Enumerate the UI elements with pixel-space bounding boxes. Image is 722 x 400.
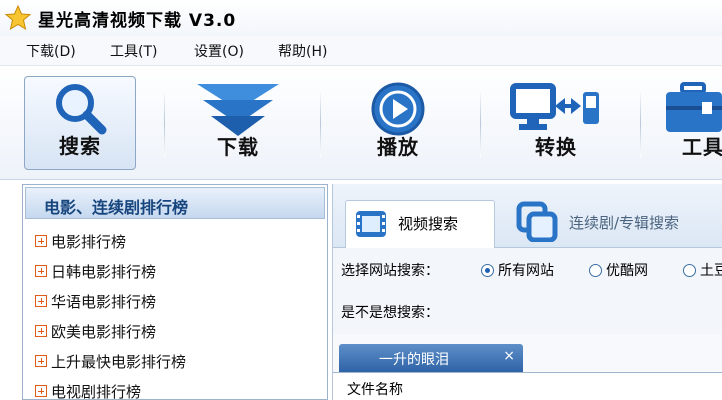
close-icon[interactable]: × <box>503 348 515 364</box>
ranking-panel-header: 电影、连续剧排行榜 <box>25 187 325 219</box>
list-item-label: 华语电影排行榜 <box>51 293 157 311</box>
result-tab[interactable]: 一升的眼泪 × <box>339 344 523 372</box>
magnifier-icon <box>56 84 107 135</box>
download-button[interactable]: 下载 <box>182 76 294 170</box>
site-select-row: 选择网站搜索： 所有网站 优酷网 土豆 <box>341 260 722 280</box>
list-item[interactable]: 电影排行榜 <box>35 231 126 253</box>
expand-icon[interactable] <box>35 324 47 337</box>
ranking-panel: 电影、连续剧排行榜 电影排行榜 日韩电影排行榜 华语电影排行榜 欧美电影排行榜 … <box>22 184 328 400</box>
list-item[interactable]: 电视剧排行榜 <box>35 381 141 400</box>
radio-all-sites[interactable]: 所有网站 <box>481 260 554 280</box>
list-item-label: 电视剧排行榜 <box>51 383 142 400</box>
expand-icon[interactable] <box>35 384 47 397</box>
result-table-header: 文件名称 <box>333 372 722 400</box>
album-icon <box>516 201 558 242</box>
tab-series-search[interactable]: 连续剧/专辑搜索 <box>511 200 722 248</box>
convert-button-label: 转换 <box>535 135 577 159</box>
toolbar: 搜索 下载 播放 转换 工具 <box>0 66 722 180</box>
result-tab-label: 一升的眼泪 <box>379 352 449 368</box>
radio-tudou-label: 土豆 <box>700 263 722 279</box>
play-button[interactable]: 播放 <box>342 76 454 170</box>
list-item[interactable]: 华语电影排行榜 <box>35 291 156 313</box>
expand-icon[interactable] <box>35 234 47 247</box>
window-title: 星光高清视频下载 V3.0 <box>38 11 237 31</box>
result-area: 一升的眼泪 × 文件名称 <box>333 334 722 400</box>
expand-icon[interactable] <box>35 354 47 367</box>
radio-tudou[interactable]: 土豆 <box>683 260 722 280</box>
download-button-label: 下载 <box>217 135 259 159</box>
suggest-label: 是不是想搜索： <box>341 305 439 321</box>
column-header-filename[interactable]: 文件名称 <box>347 379 403 399</box>
list-item-label: 欧美电影排行榜 <box>51 323 157 341</box>
menu-download[interactable]: 下载(D) <box>26 41 76 61</box>
menu-bar: 下载(D) 工具(T) 设置(O) 帮助(H) <box>0 36 722 66</box>
toolbar-separator <box>640 88 641 158</box>
expand-icon[interactable] <box>35 264 47 277</box>
tab-series-search-label: 连续剧/专辑搜索 <box>569 214 680 232</box>
convert-icon <box>510 83 599 130</box>
list-item[interactable]: 欧美电影排行榜 <box>35 321 156 343</box>
expand-icon[interactable] <box>35 294 47 307</box>
toolbar-separator <box>164 88 165 158</box>
menu-settings[interactable]: 设置(O) <box>194 41 244 61</box>
radio-checked-icon <box>481 263 494 277</box>
menu-help[interactable]: 帮助(H) <box>278 41 327 61</box>
tools-button-label: 工具 <box>682 135 722 159</box>
list-item[interactable]: 上升最快电影排行榜 <box>35 351 186 373</box>
play-button-label: 播放 <box>377 135 419 159</box>
tab-video-search-label: 视频搜索 <box>398 215 459 233</box>
toolbar-separator <box>480 88 481 158</box>
convert-button[interactable]: 转换 <box>500 76 612 170</box>
search-tabbar: 视频搜索 连续剧/专辑搜索 <box>333 184 722 248</box>
suggest-row: 是不是想搜索： <box>341 302 722 322</box>
list-item-label: 上升最快电影排行榜 <box>51 353 187 371</box>
list-item[interactable]: 日韩电影排行榜 <box>35 261 156 283</box>
radio-youku-label: 优酷网 <box>606 263 648 279</box>
search-panel: 视频搜索 连续剧/专辑搜索 选择网站搜索： 所有网站 优酷网 土豆 是不是想搜索… <box>332 184 722 400</box>
tools-button[interactable]: 工具 <box>652 76 722 170</box>
radio-all-sites-label: 所有网站 <box>498 263 554 279</box>
list-item-label: 电影排行榜 <box>51 233 127 251</box>
tab-video-search[interactable]: 视频搜索 <box>345 200 495 248</box>
title-bar: 星光高清视频下载 V3.0 <box>0 0 722 36</box>
star-icon <box>4 4 32 31</box>
toolbox-icon <box>666 82 722 132</box>
radio-icon <box>683 263 696 277</box>
menu-tools[interactable]: 工具(T) <box>110 41 157 61</box>
toolbar-separator <box>320 88 321 158</box>
radio-youku[interactable]: 优酷网 <box>589 260 648 280</box>
play-icon <box>371 82 425 136</box>
list-item-label: 日韩电影排行榜 <box>51 263 157 281</box>
radio-icon <box>589 263 602 277</box>
ranking-panel-title: 电影、连续剧排行榜 <box>44 198 189 217</box>
search-button[interactable]: 搜索 <box>24 76 136 170</box>
site-select-label: 选择网站搜索： <box>341 263 439 279</box>
search-button-label: 搜索 <box>59 134 101 158</box>
film-icon <box>356 211 386 237</box>
